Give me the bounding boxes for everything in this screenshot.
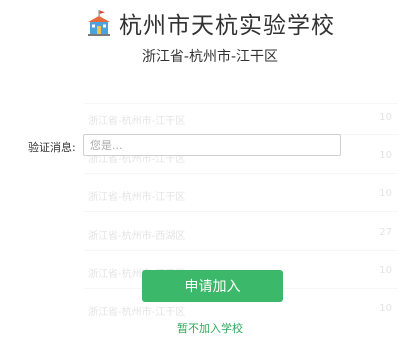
apply-join-button[interactable]: 申请加入 [142,270,283,302]
background-list-header-count [389,82,392,92]
divider [84,211,398,212]
background-list-item-count: 10 [379,303,392,314]
divider [84,173,398,174]
background-list-item: 浙江省-杭州市-西湖区 27 [88,227,392,242]
divider [84,250,398,251]
school-building-icon [85,9,113,37]
background-list-item-name: 浙江省-杭州市-江干区 [88,116,186,127]
school-region: 浙江省-杭州市-江干区 [141,49,279,65]
background-list-item-count: 10 [379,112,392,123]
background-list-item-count: 10 [379,188,392,199]
school-title-row: 杭州市天杭实验学校 [0,6,420,40]
background-list-item-name: 浙江省-杭州市-江干区 [88,192,186,203]
background-list-item-name: 浙江省-杭州市-西湖区 [88,231,186,242]
verify-message-label: 验证消息: [28,141,76,154]
background-list-item: 浙江省-杭州市-江干区 10 [88,188,392,203]
background-list-header [88,82,392,92]
background-list-item: 浙江省-杭州市-江干区 10 [88,303,392,318]
verify-message-input[interactable] [83,134,341,156]
background-list-item-name: 浙江省-杭州市-江干区 [88,307,186,318]
skip-join-link[interactable]: 暂不加入学校 [0,320,420,336]
divider [84,103,398,104]
background-list-item-count: 27 [379,227,392,238]
school-name: 杭州市天杭实验学校 [119,13,335,39]
background-list-header-region [88,82,91,92]
background-list-item-count: 10 [379,265,392,276]
background-list-item-count: 10 [379,150,392,161]
background-list-item: 浙江省-杭州市-江干区 10 [88,112,392,127]
